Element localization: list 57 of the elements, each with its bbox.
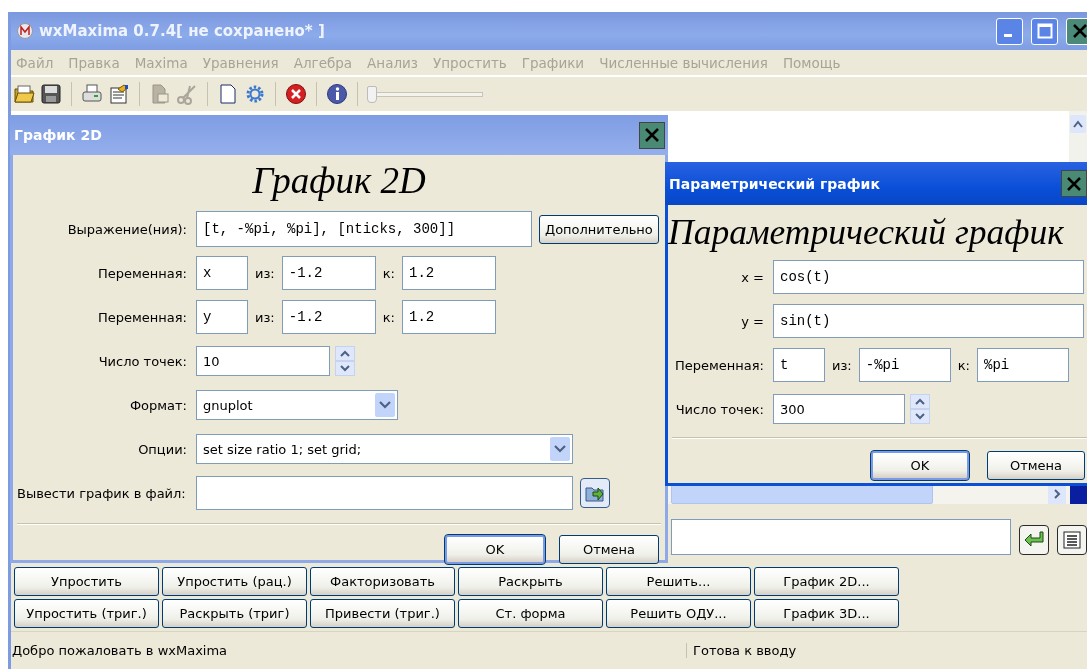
status-text: Готова к вводу: [692, 643, 797, 658]
field-label: x =: [740, 269, 764, 285]
ok-button[interactable]: OK: [445, 535, 545, 564]
field-label: из:: [832, 357, 852, 373]
field-label: Переменная:: [674, 357, 764, 373]
field-label: Опции:: [137, 441, 187, 457]
command-button[interactable]: Ст. форма: [458, 599, 603, 628]
command-button[interactable]: Факторизовать: [310, 567, 455, 596]
variable-field[interactable]: y: [196, 300, 248, 334]
window-title: wxMaxima 0.7.4[ не сохранено* ]: [39, 22, 325, 40]
command-button[interactable]: Упростить (рац.): [162, 567, 307, 596]
dialog-heading: График 2D: [251, 159, 427, 203]
from-field[interactable]: -1.2: [281, 256, 376, 290]
field-label: из:: [255, 265, 275, 281]
dialog-title: График 2D: [14, 127, 102, 143]
to-field[interactable]: 1.2: [402, 256, 496, 290]
cancel-button[interactable]: Отмена: [559, 535, 659, 564]
dialog-title: Параметрический график: [669, 175, 880, 192]
field-label: Число точек:: [674, 401, 764, 417]
field-label: к:: [957, 357, 970, 373]
field-label: Переменная:: [97, 265, 187, 281]
expression-field[interactable]: [t, -%pi, %pi], [nticks, 300]]: [196, 211, 532, 247]
field-label: y =: [740, 313, 764, 329]
field-label: из:: [255, 309, 275, 325]
variable-field[interactable]: t: [773, 348, 825, 382]
field-label: к:: [382, 309, 395, 325]
field-label: Число точек:: [97, 353, 187, 369]
number-field[interactable]: 10: [196, 346, 330, 376]
format-dropdown[interactable]: gnuplot: [196, 390, 398, 420]
field-label: к:: [382, 265, 395, 281]
to-field[interactable]: %pi: [977, 348, 1069, 382]
field-label: Переменная:: [97, 309, 187, 325]
command-button[interactable]: Раскрыть: [458, 567, 603, 596]
field-label: Вывести график в файл:: [17, 485, 187, 501]
dialog-heading: Параметрический график: [668, 211, 1065, 254]
command-button[interactable]: Привести (триг.): [310, 599, 455, 628]
y-expression-field[interactable]: sin(t): [773, 304, 1084, 338]
options-dropdown[interactable]: set size ratio 1; set grid;: [196, 434, 573, 464]
from-field[interactable]: -%pi: [858, 348, 951, 382]
field-label: Выражение(ния):: [66, 221, 187, 237]
command-button[interactable]: Раскрыть (триг): [162, 599, 307, 628]
command-button[interactable]: Решить...: [606, 567, 751, 596]
command-button[interactable]: График 2D...: [754, 567, 899, 596]
x-expression-field[interactable]: cos(t): [773, 260, 1084, 294]
command-button[interactable]: Решить ОДУ...: [606, 599, 751, 628]
to-field[interactable]: 1.2: [402, 300, 496, 334]
more-button[interactable]: Дополнительно: [539, 214, 659, 244]
cancel-button[interactable]: Отмена: [987, 451, 1085, 480]
variable-field[interactable]: x: [196, 256, 248, 290]
field-label: Формат:: [128, 397, 187, 413]
number-field[interactable]: 300: [773, 394, 905, 424]
ok-button[interactable]: OK: [871, 451, 969, 480]
command-button[interactable]: График 3D...: [754, 599, 899, 628]
command-button[interactable]: Упростить (триг.): [14, 599, 159, 628]
command-button[interactable]: Упростить: [14, 567, 159, 596]
from-field[interactable]: -1.2: [281, 300, 376, 334]
status-text: Добро пожаловать в wxMaxima: [11, 643, 687, 658]
